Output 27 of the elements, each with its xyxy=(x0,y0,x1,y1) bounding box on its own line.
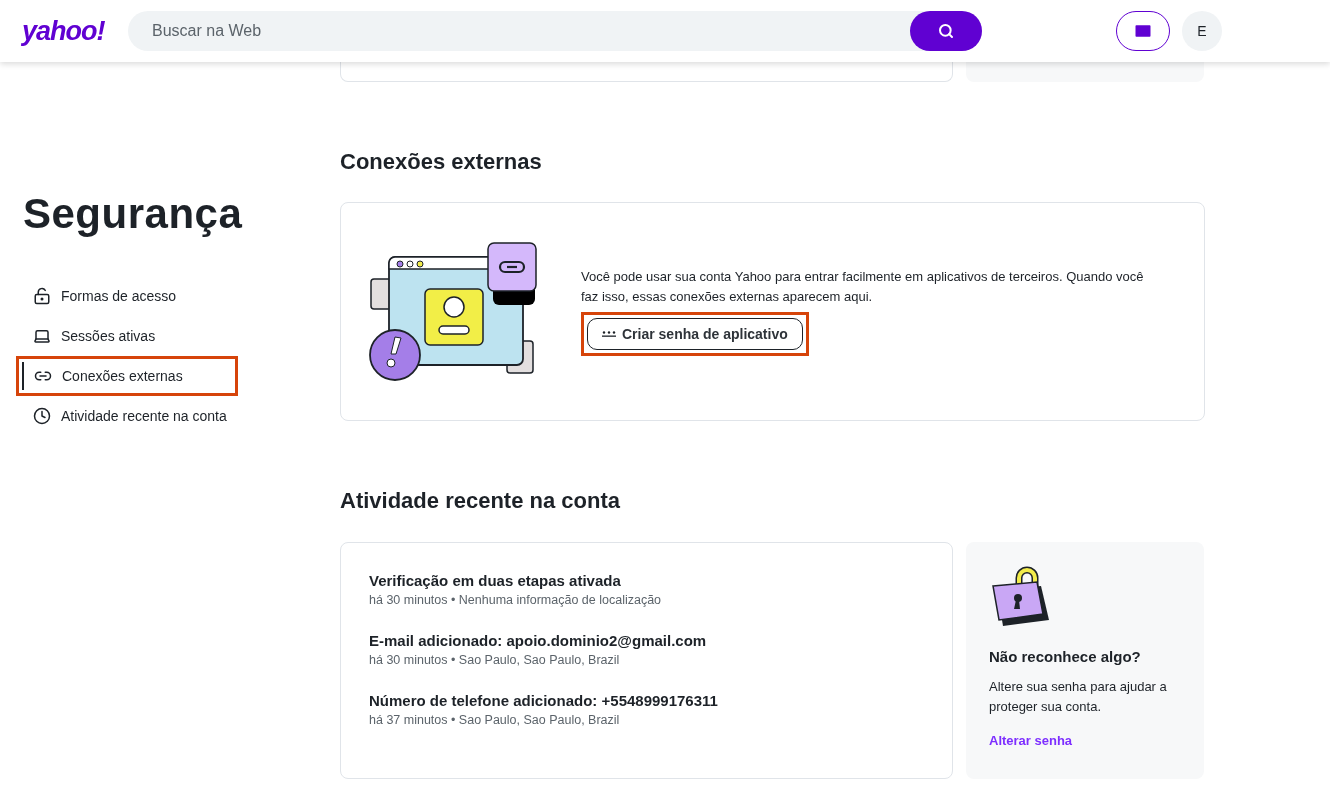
search-button[interactable] xyxy=(910,11,982,51)
tip-text: Altere sua senha para ajudar a proteger sua conta. xyxy=(989,677,1168,716)
section-heading: Atividade recente na conta xyxy=(340,487,621,515)
search-icon xyxy=(938,23,954,39)
tip-title: Não reconhece algo? xyxy=(989,647,1142,667)
description-text: Você pode usar sua conta Yahoo para entrar facilmente em aplicativos de terceiros. Quando você faz isso, essas conexões externas aparecem aqui. xyxy=(581,268,1145,306)
activity-title: E-mail adicionado: apoio.dominio2@gmail.com xyxy=(369,631,708,651)
dots-icon xyxy=(602,331,616,337)
activity-title: Verificação em duas etapas ativada xyxy=(369,571,622,591)
padlock-illustration-drawing xyxy=(989,564,1051,628)
create-app-password-button[interactable]: Criar senha de aplicativo xyxy=(587,318,803,350)
sidebar-item[interactable]: Formas de acesso xyxy=(23,282,181,310)
logo[interactable]: yahoo! xyxy=(22,10,128,52)
clock-icon xyxy=(33,407,51,425)
padlock-icon xyxy=(33,287,51,305)
activity-title: Número de telefone adicionado: +5548999176311 xyxy=(369,691,719,711)
avatar[interactable]: E xyxy=(1182,11,1222,51)
laptop-icon xyxy=(33,327,51,345)
change-password-link[interactable]: Alterar senha xyxy=(989,730,1073,750)
page-title: Segurança xyxy=(22,190,244,238)
activity-detail: há 37 minutos • Sao Paulo, Sao Paulo, Brazil xyxy=(369,712,621,729)
activity-detail: há 30 minutos • Sao Paulo, Sao Paulo, Brazil xyxy=(369,652,621,669)
activity-detail: há 30 minutos • Nenhuma informação de localização xyxy=(369,592,663,609)
sidebar-item[interactable]: Conexões externas xyxy=(22,362,187,390)
section-heading: Conexões externas xyxy=(340,148,543,176)
sidebar-item[interactable]: Sessões ativas xyxy=(23,322,160,350)
sidebar-item[interactable]: Atividade recente na conta xyxy=(23,402,231,430)
